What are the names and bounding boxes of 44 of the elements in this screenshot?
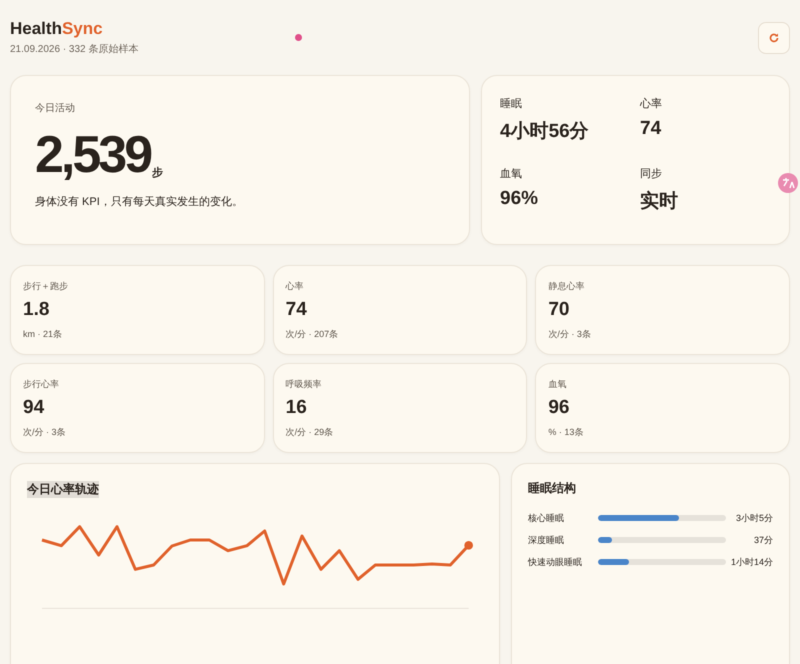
stage-duration: 1小时14分 — [730, 556, 773, 568]
summary-label: 睡眠 — [500, 97, 523, 111]
app-logo: HealthSync — [10, 19, 104, 39]
metric-value: 16 — [286, 397, 308, 419]
metric-detail: 次/分 · 3条 — [548, 328, 592, 341]
tagline: 身体没有 KPI，只有每天真实发生的变化。 — [35, 194, 243, 209]
metric-label: 心率 — [286, 280, 305, 293]
metric-detail: 次/分 · 3条 — [23, 426, 67, 439]
stage-duration: 3小时5分 — [734, 512, 773, 524]
metric-label: 血氧 — [548, 378, 568, 391]
data-subtitle: 21.09.2026 · 332 条原始样本 — [10, 42, 138, 56]
stage-duration: 37分 — [752, 534, 773, 546]
metric-label: 步行心率 — [23, 378, 60, 391]
metric-value: 1.8 — [23, 299, 50, 321]
stage-name: 深度睡眠 — [528, 534, 565, 546]
stage-name: 核心睡眠 — [528, 512, 565, 524]
refresh-icon — [768, 32, 780, 44]
summary-label: 心率 — [640, 96, 663, 111]
card-label: 今日活动 — [35, 102, 75, 115]
refresh-button[interactable] — [758, 22, 790, 54]
indicator-dot — [295, 34, 302, 41]
summary-value: 实时 — [640, 190, 679, 214]
metric-label: 静息心率 — [548, 280, 586, 293]
metric-value: 96 — [548, 397, 570, 419]
metric-label: 呼吸频率 — [286, 378, 323, 391]
chart-title: 今日心率轨迹 — [27, 481, 99, 498]
summary-value: 4小时56分 — [500, 120, 590, 144]
metric-detail: 次/分 · 207条 — [286, 328, 340, 341]
step-count: 2,539 — [35, 130, 150, 180]
summary-label: 同步 — [640, 167, 663, 181]
card-title: 睡眠结构 — [528, 480, 577, 497]
summary-value: 96% — [500, 188, 540, 210]
metric-value: 94 — [23, 397, 46, 419]
metric-detail: 次/分 · 29条 — [286, 426, 334, 439]
summary-value: 74 — [640, 118, 662, 140]
translate-icon[interactable] — [778, 173, 798, 193]
stage-name: 快速动眼睡眠 — [528, 556, 583, 568]
metric-value: 70 — [548, 299, 570, 321]
step-unit: 步 — [152, 166, 164, 180]
metric-label: 步行＋跑步 — [23, 280, 69, 293]
metric-value: 74 — [286, 299, 308, 321]
summary-label: 血氧 — [500, 167, 523, 181]
metric-detail: km · 21条 — [23, 328, 64, 341]
metric-detail: % · 13条 — [548, 426, 584, 439]
